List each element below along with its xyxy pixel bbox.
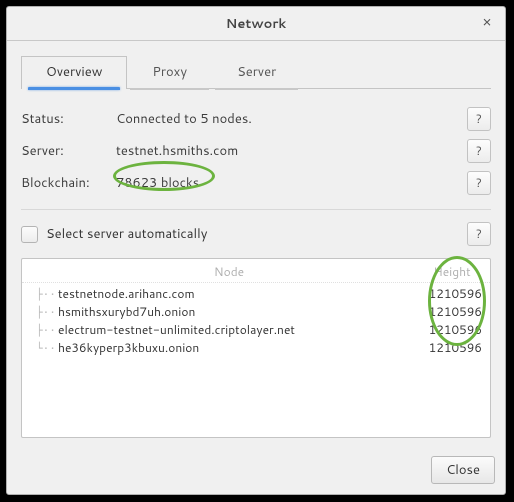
blockchain-label: Blockchain: [21, 174, 116, 192]
help-button-autoselect[interactable]: ? [467, 222, 491, 246]
node-height: 1210596 [422, 339, 482, 357]
status-value: Connected to 5 nodes. [116, 110, 467, 128]
node-host: testnetnode.arihanc.com [58, 285, 195, 302]
list-item[interactable]: ├··electrum-testnet-unlimited.criptolaye… [22, 321, 490, 339]
dialog-body: Overview Proxy Server Status: Connected … [7, 41, 505, 448]
window-title: Network [7, 15, 505, 33]
list-body: ├··testnetnode.arihanc.com1210596├··hsmi… [22, 283, 490, 359]
titlebar: Network × [7, 7, 505, 41]
help-button-blockchain[interactable]: ? [467, 171, 491, 195]
auto-select-row: Select server automatically ? [21, 220, 491, 248]
list-header: Node Height [22, 259, 490, 283]
column-node[interactable]: Node [36, 263, 422, 280]
server-row: Server: testnet.hsmiths.com ? [21, 135, 491, 167]
bottom-bar: Close [7, 448, 505, 494]
node-host: hsmithsxurybd7uh.onion [58, 303, 195, 320]
auto-select-checkbox[interactable] [21, 226, 38, 243]
network-dialog: Network × Overview Proxy Server Status: … [6, 6, 506, 495]
node-height: 1210596 [422, 321, 482, 339]
tab-overview[interactable]: Overview [21, 56, 127, 89]
column-height[interactable]: Height [422, 263, 482, 280]
help-button-server[interactable]: ? [467, 139, 491, 163]
node-height: 1210596 [422, 303, 482, 321]
node-list: Node Height ├··testnetnode.arihanc.com12… [21, 258, 491, 438]
server-value: testnet.hsmiths.com [116, 142, 467, 160]
node-host: electrum-testnet-unlimited.criptolayer.n… [58, 321, 295, 338]
server-label: Server: [21, 142, 116, 160]
tab-server[interactable]: Server [212, 56, 301, 89]
tab-proxy[interactable]: Proxy [127, 56, 212, 89]
list-item[interactable]: ├··hsmithsxurybd7uh.onion1210596 [22, 303, 490, 321]
node-host: he36kyperp3kbuxu.onion [58, 339, 199, 356]
tab-bar: Overview Proxy Server [21, 55, 491, 89]
status-row: Status: Connected to 5 nodes. ? [21, 103, 491, 135]
info-section: Status: Connected to 5 nodes. ? Server: … [21, 103, 491, 199]
list-item[interactable]: ├··testnetnode.arihanc.com1210596 [22, 285, 490, 303]
node-height: 1210596 [422, 285, 482, 303]
close-button[interactable]: Close [431, 456, 495, 484]
status-label: Status: [21, 110, 116, 128]
blockchain-value: 78623 blocks [116, 174, 467, 192]
auto-select-label: Select server automatically [46, 225, 207, 243]
list-item[interactable]: └··he36kyperp3kbuxu.onion1210596 [22, 339, 490, 357]
close-icon[interactable]: × [477, 13, 497, 33]
separator [21, 209, 491, 210]
blockchain-row: Blockchain: 78623 blocks ? [21, 167, 491, 199]
help-button-status[interactable]: ? [467, 107, 491, 131]
